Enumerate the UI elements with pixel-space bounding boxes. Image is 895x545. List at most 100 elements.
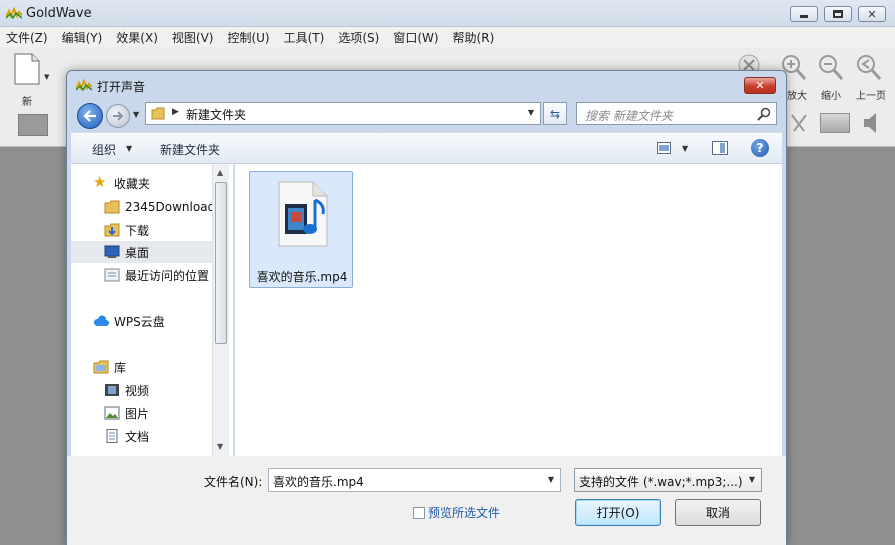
folder-icon [151,107,165,120]
media-file-icon [278,181,328,247]
view-options-arrow[interactable]: ▼ [682,144,688,153]
help-icon[interactable]: ? [751,139,769,157]
nav-videos[interactable]: 视频 [71,379,213,401]
search-input[interactable]: 搜索 新建文件夹 [576,102,777,125]
stop-icon[interactable] [18,114,48,136]
minimize-icon [800,14,808,18]
breadcrumb-separator[interactable]: ▶ [172,107,179,117]
address-history-arrow[interactable]: ▼ [528,108,534,117]
open-sound-dialog: 打开声音 ✕ ▼ ▶ 新建文件夹 ▼ ⇆ 搜索 新建文件夹 组织 ▼ 新建文件夹… [66,70,787,545]
dialog-footer: 文件名(N): 喜欢的音乐.mp4 ▼ 支持的文件 (*.wav;*.mp3;.… [67,456,786,545]
library-icon [93,360,109,374]
new-button[interactable]: ▼ 新 [8,51,50,108]
menu-options[interactable]: 选项(S) [338,29,379,46]
preview-checkbox-label[interactable]: 预览所选文件 [428,504,500,521]
menu-bar: 文件(Z) 编辑(Y) 效果(X) 视图(V) 控制(U) 工具(T) 选项(S… [0,27,895,47]
nav-favorites-label: 收藏夹 [114,176,151,191]
nav-libraries[interactable]: 库 [71,356,213,378]
recent-locations-arrow[interactable]: ▼ [133,110,139,119]
menu-effects[interactable]: 效果(X) [116,29,158,46]
search-icon[interactable] [757,107,771,121]
new-folder-button[interactable]: 新建文件夹 [160,141,220,158]
dialog-titlebar[interactable]: 打开声音 ✕ [67,71,786,99]
menu-edit[interactable]: 编辑(Y) [62,29,103,46]
nav-libraries-label: 库 [114,360,127,375]
video-library-icon [105,384,119,396]
nav-documents[interactable]: 文档 [71,425,213,447]
zoom-out-label: 缩小 [821,91,841,102]
back-button[interactable] [77,103,103,129]
nav-recent-places[interactable]: 最近访问的位置 [71,264,213,286]
nav-wps-cloud[interactable]: WPS云盘 [71,310,213,332]
scroll-up-icon[interactable]: ▲ [217,168,223,177]
forward-button[interactable] [106,104,130,128]
record-icon[interactable] [820,113,850,133]
nav-downloads[interactable]: 下载 [71,219,213,241]
file-list: 喜欢的音乐.mp4 [235,164,782,456]
filename-input[interactable]: 喜欢的音乐.mp4 ▼ [268,468,561,492]
organize-button[interactable]: 组织 [92,141,116,158]
volume-icon[interactable] [862,111,882,135]
file-item-mp4[interactable]: 喜欢的音乐.mp4 [249,171,353,288]
menu-file[interactable]: 文件(Z) [6,29,48,46]
picture-library-icon [104,406,120,420]
dialog-title: 打开声音 [97,80,146,94]
close-icon: ✕ [867,7,877,21]
close-button[interactable]: ✕ [858,6,886,22]
nav-favorites[interactable]: ★ 收藏夹 [71,172,213,194]
nav-2345downloads[interactable]: 2345Downloads [71,196,213,218]
goldwave-logo-icon [76,79,92,91]
menu-window[interactable]: 窗口(W) [393,29,438,46]
search-placeholder: 搜索 新建文件夹 [585,109,673,123]
refresh-button[interactable]: ⇆ [543,102,567,125]
zoom-out-icon[interactable] [817,53,845,83]
cut-icon[interactable] [788,113,810,135]
recent-places-icon [104,268,120,282]
breadcrumb-current-folder[interactable]: 新建文件夹 [186,106,246,123]
filename-label: 文件名(N): [204,475,263,489]
menu-view[interactable]: 视图(V) [172,29,214,46]
chevron-down-icon[interactable]: ▼ [126,144,132,153]
scrollbar-thumb[interactable] [215,182,227,344]
menu-help[interactable]: 帮助(R) [453,29,495,46]
new-document-icon [14,53,40,85]
star-icon: ★ [93,173,107,191]
open-button[interactable]: 打开(O) [575,499,661,526]
zoom-in-label: 放大 [787,91,807,102]
filetype-value: 支持的文件 (*.wav;*.mp3;...) [579,475,743,489]
address-bar[interactable]: ▶ 新建文件夹 ▼ [145,102,541,125]
previous-page-icon[interactable] [855,53,883,83]
cloud-icon [93,315,109,326]
nav-2345downloads-label: 2345Downloads [125,200,213,214]
goldwave-logo-icon [6,7,22,19]
navigation-scrollbar[interactable]: ▲ ▼ [212,164,229,456]
refresh-icon: ⇆ [549,106,561,121]
cancel-button[interactable]: 取消 [675,499,761,526]
scroll-down-icon[interactable]: ▼ [217,442,223,451]
nav-downloads-label: 下载 [125,223,150,238]
dialog-close-button[interactable]: ✕ [744,77,776,94]
minimize-button[interactable] [790,6,818,22]
maximize-icon [833,10,843,18]
file-name: 喜欢的音乐.mp4 [256,270,348,284]
new-dropdown-arrow[interactable]: ▼ [44,73,49,81]
menu-control[interactable]: 控制(U) [227,29,269,46]
downloads-folder-icon [104,223,120,237]
close-icon: ✕ [755,79,765,92]
menu-tools[interactable]: 工具(T) [284,29,325,46]
nav-desktop[interactable]: 桌面 [71,241,213,263]
new-button-label: 新 [22,97,32,108]
desktop-icon [104,245,120,258]
preview-checkbox[interactable] [413,507,425,519]
view-options-icon[interactable] [657,142,671,154]
preview-pane-icon[interactable] [712,141,728,155]
filetype-select[interactable]: 支持的文件 (*.wav;*.mp3;...) ▼ [574,468,762,492]
maximize-button[interactable] [824,6,852,22]
nav-videos-label: 视频 [125,383,150,398]
nav-pictures[interactable]: 图片 [71,402,213,424]
filename-history-arrow[interactable]: ▼ [548,475,554,484]
back-arrow-icon [83,110,96,122]
document-library-icon [106,429,118,443]
nav-desktop-label: 桌面 [125,245,150,260]
chevron-down-icon[interactable]: ▼ [749,475,755,484]
